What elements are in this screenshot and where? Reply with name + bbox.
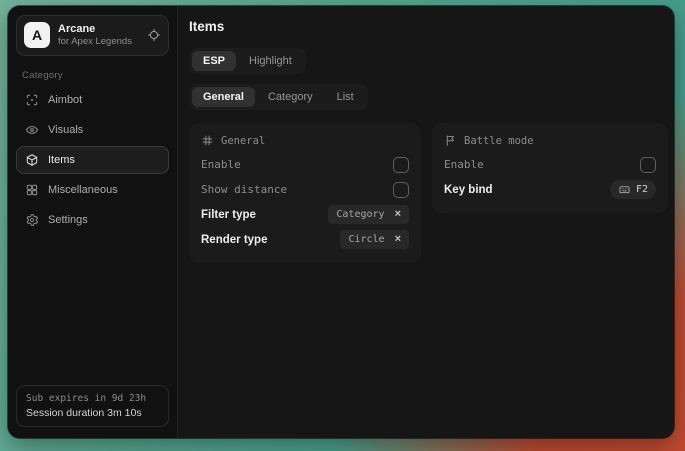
sidebar-item-miscellaneous[interactable]: Miscellaneous — [16, 176, 169, 204]
keyboard-icon — [618, 184, 631, 195]
sidebar-item-label: Aimbot — [48, 94, 82, 106]
clear-icon[interactable]: × — [395, 234, 401, 245]
setting-row-enable: Enable — [201, 152, 409, 177]
tab-list[interactable]: List — [326, 87, 365, 107]
panel-general-header: General — [201, 134, 409, 147]
panel-title: Battle mode — [464, 135, 534, 147]
battle-enable-checkbox[interactable] — [640, 157, 656, 173]
tab-category[interactable]: Category — [257, 87, 324, 107]
category-section-label: Category — [22, 70, 163, 81]
mode-tabs: ESP Highlight — [189, 48, 306, 74]
sidebar-item-label: Visuals — [48, 124, 83, 136]
page-title: Items — [189, 19, 668, 34]
crosshair-scan-icon — [25, 93, 39, 107]
sidebar-item-items[interactable]: Items — [16, 146, 169, 174]
enable-checkbox[interactable] — [393, 157, 409, 173]
sidebar-item-label: Items — [48, 154, 75, 166]
setting-row-render-type: Render type Circle × — [201, 227, 409, 252]
sidebar-item-aimbot[interactable]: Aimbot — [16, 86, 169, 114]
setting-label: Enable — [201, 158, 241, 171]
tab-esp[interactable]: ESP — [192, 51, 236, 71]
setting-label: Key bind — [444, 184, 493, 196]
sidebar-item-label: Settings — [48, 214, 88, 226]
sidebar-nav: Aimbot Visuals Items — [16, 86, 169, 234]
brand-text: Arcane for Apex Legends — [58, 22, 139, 49]
flag-icon — [444, 134, 457, 147]
hash-grid-icon — [201, 134, 214, 147]
main-content: Items ESP Highlight General Category Lis… — [178, 6, 674, 438]
setting-label: Render type — [201, 234, 267, 246]
brand-card: A Arcane for Apex Legends — [16, 15, 169, 56]
panel-battle-header: Battle mode — [444, 134, 656, 147]
panel-general: General Enable Show distance Filter type… — [189, 123, 421, 263]
sidebar-item-label: Miscellaneous — [48, 184, 118, 196]
subscription-info-card: Sub expires in 9d 23h Session duration 3… — [16, 385, 169, 427]
setting-label: Show distance — [201, 183, 287, 196]
tab-general[interactable]: General — [192, 87, 255, 107]
sub-expires-text: Sub expires in 9d 23h — [26, 393, 159, 404]
setting-row-show-distance: Show distance — [201, 177, 409, 202]
panel-battle-mode: Battle mode Enable Key bind — [432, 123, 668, 213]
app-name: Arcane — [58, 22, 139, 36]
app-logo: A — [24, 22, 50, 48]
tab-highlight[interactable]: Highlight — [238, 51, 303, 71]
grid-icon — [25, 183, 39, 197]
clear-icon[interactable]: × — [395, 209, 401, 220]
selected-value: Category — [336, 209, 384, 220]
render-type-select[interactable]: Circle × — [340, 230, 409, 249]
keybind-button[interactable]: F2 — [610, 180, 656, 199]
selected-value: Circle — [348, 234, 384, 245]
setting-row-battle-enable: Enable — [444, 152, 656, 177]
gear-icon — [25, 213, 39, 227]
package-icon — [25, 153, 39, 167]
settings-panels: General Enable Show distance Filter type… — [189, 123, 668, 263]
show-distance-checkbox[interactable] — [393, 182, 409, 198]
session-duration-text: Session duration 3m 10s — [26, 407, 159, 419]
filter-type-select[interactable]: Category × — [328, 205, 409, 224]
setting-row-filter-type: Filter type Category × — [201, 202, 409, 227]
panel-title: General — [221, 135, 265, 147]
setting-row-key-bind: Key bind F2 — [444, 177, 656, 202]
sidebar-item-visuals[interactable]: Visuals — [16, 116, 169, 144]
sidebar: A Arcane for Apex Legends Category — [8, 6, 178, 438]
cheat-menu-window: A Arcane for Apex Legends Category — [8, 6, 674, 438]
crosshair-target-icon[interactable] — [147, 28, 161, 42]
sidebar-item-settings[interactable]: Settings — [16, 206, 169, 234]
setting-label: Filter type — [201, 209, 256, 221]
app-subtitle: for Apex Legends — [58, 36, 139, 48]
setting-label: Enable — [444, 158, 484, 171]
eye-icon — [25, 123, 39, 137]
view-tabs: General Category List — [189, 84, 368, 110]
keybind-value: F2 — [636, 184, 648, 195]
